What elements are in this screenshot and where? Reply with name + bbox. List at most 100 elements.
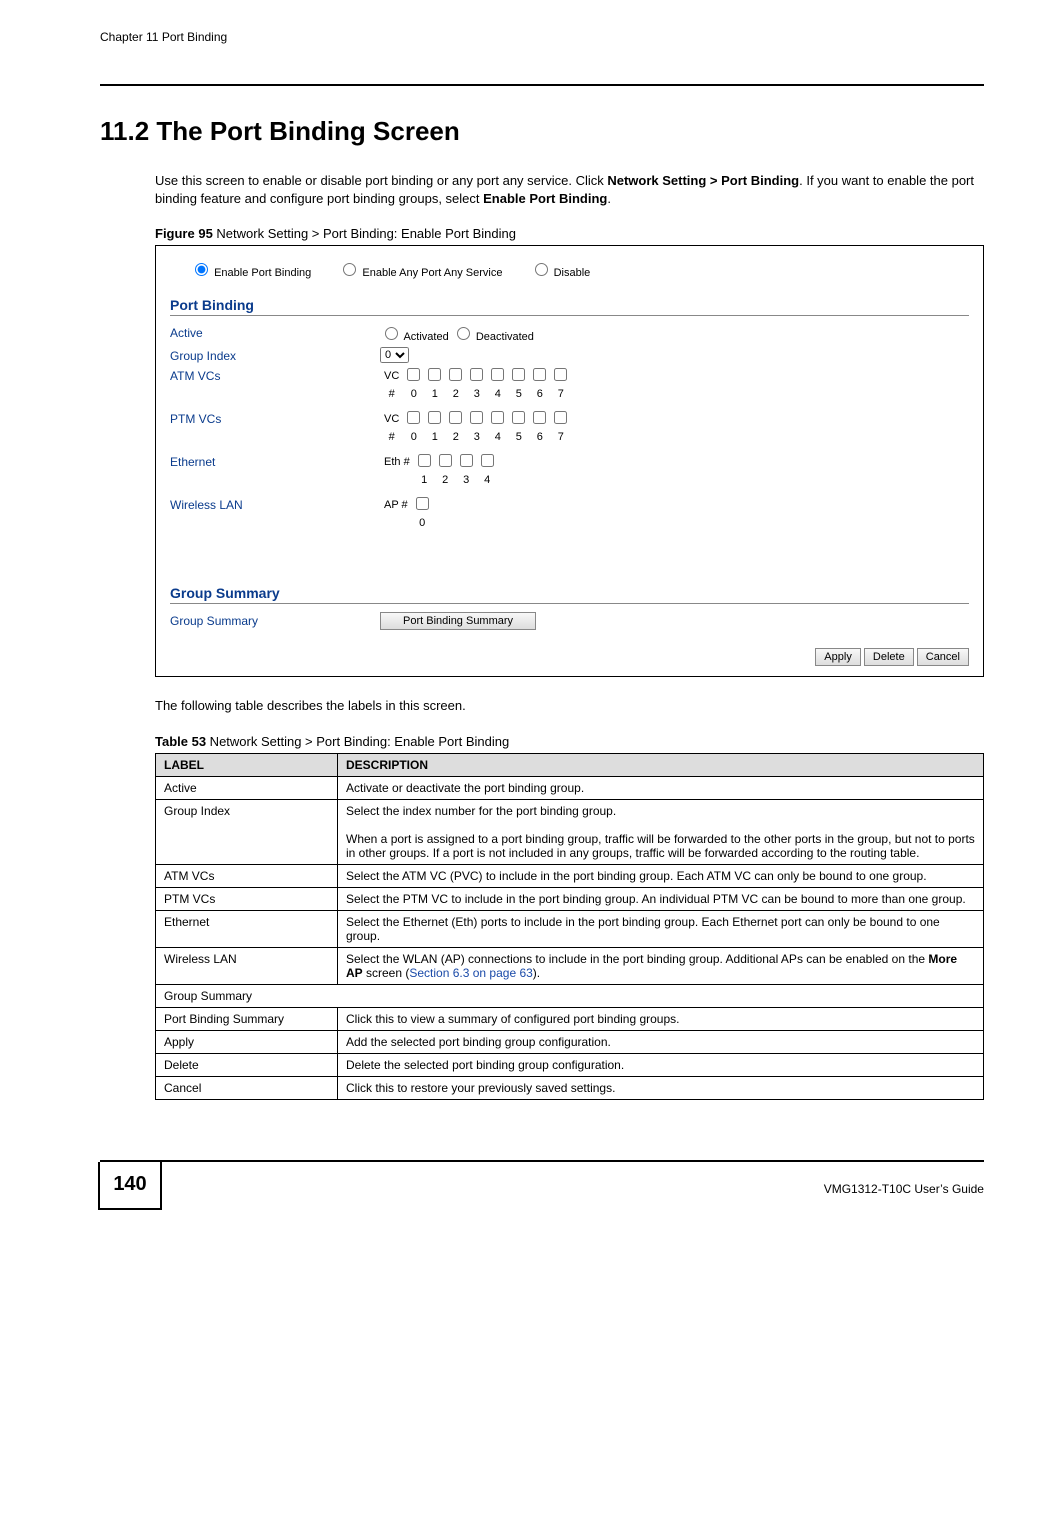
radio-activated-label[interactable]: Activated bbox=[380, 331, 449, 343]
cancel-button[interactable]: Cancel bbox=[917, 648, 969, 666]
ptm-vc-3-checkbox[interactable] bbox=[470, 411, 483, 424]
description-table: LABEL DESCRIPTION Active Activate or dea… bbox=[155, 753, 984, 1100]
row-desc-mid: screen ( bbox=[363, 966, 410, 980]
port-binding-summary-button[interactable]: Port Binding Summary bbox=[380, 612, 536, 630]
ptm-col-0: 0 bbox=[403, 428, 424, 446]
group-index-select[interactable]: 0 bbox=[380, 347, 409, 363]
row-label: Wireless LAN bbox=[156, 947, 338, 984]
eth-prefix: Eth # bbox=[380, 453, 414, 471]
row-desc: Delete the selected port binding group c… bbox=[338, 1053, 984, 1076]
eth-4-checkbox[interactable] bbox=[481, 454, 494, 467]
radio-activated-text: Activated bbox=[403, 331, 448, 343]
atm-vc-3-checkbox[interactable] bbox=[470, 368, 483, 381]
table-row: Group Summary bbox=[156, 984, 984, 1007]
radio-deactivated-label[interactable]: Deactivated bbox=[452, 331, 534, 343]
row-desc-line2: When a port is assigned to a port bindin… bbox=[346, 832, 975, 860]
row-label: ATM VCs bbox=[156, 864, 338, 887]
table-caption: Table 53 Network Setting > Port Binding:… bbox=[155, 734, 984, 749]
delete-button[interactable]: Delete bbox=[864, 648, 914, 666]
ptm-vc-2-checkbox[interactable] bbox=[449, 411, 462, 424]
radio-any-port-label[interactable]: Enable Any Port Any Service bbox=[338, 267, 502, 279]
wlan-grid: AP # 0 bbox=[380, 496, 433, 532]
eth-3-checkbox[interactable] bbox=[460, 454, 473, 467]
atm-col-3: 3 bbox=[466, 385, 487, 403]
radio-any-port-text: Enable Any Port Any Service bbox=[362, 267, 502, 279]
radio-disable-text: Disable bbox=[554, 267, 591, 279]
atm-vc-0-checkbox[interactable] bbox=[407, 368, 420, 381]
atm-vcs-label: ATM VCs bbox=[170, 367, 380, 406]
atm-vc-6-checkbox[interactable] bbox=[533, 368, 546, 381]
radio-enable-port-binding-text: Enable Port Binding bbox=[214, 267, 311, 279]
row-full-label: Group Summary bbox=[156, 984, 984, 1007]
page-number: 140 bbox=[98, 1162, 162, 1210]
figure-caption: Figure 95 Network Setting > Port Binding… bbox=[155, 226, 984, 241]
row-label: Cancel bbox=[156, 1076, 338, 1099]
atm-col-1: 1 bbox=[424, 385, 445, 403]
table-label: Table 53 bbox=[155, 734, 206, 749]
figure-label: Figure 95 bbox=[155, 226, 213, 241]
port-binding-section-title: Port Binding bbox=[170, 297, 969, 313]
ptm-vc-1-checkbox[interactable] bbox=[428, 411, 441, 424]
atm-num-prefix: # bbox=[380, 385, 403, 403]
radio-deactivated[interactable] bbox=[457, 327, 470, 340]
figure-screenshot: Enable Port Binding Enable Any Port Any … bbox=[155, 245, 984, 677]
row-label: Ethernet bbox=[156, 910, 338, 947]
eth-grid: Eth # 1 2 3 4 bbox=[380, 453, 498, 489]
ptm-vc-7-checkbox[interactable] bbox=[554, 411, 567, 424]
ptm-col-4: 4 bbox=[487, 428, 508, 446]
ptm-vc-4-checkbox[interactable] bbox=[491, 411, 504, 424]
section-heading: 11.2 The Port Binding Screen bbox=[100, 116, 984, 147]
apply-button[interactable]: Apply bbox=[815, 648, 861, 666]
table-intro: The following table describes the labels… bbox=[155, 697, 984, 715]
xref-link[interactable]: Section 6.3 on page 63 bbox=[409, 966, 532, 980]
atm-col-7: 7 bbox=[550, 385, 571, 403]
atm-vc-1-checkbox[interactable] bbox=[428, 368, 441, 381]
ptm-vc-5-checkbox[interactable] bbox=[512, 411, 525, 424]
row-label: Active bbox=[156, 776, 338, 799]
radio-disable[interactable] bbox=[535, 263, 548, 276]
ptm-col-6: 6 bbox=[529, 428, 550, 446]
atm-col-4: 4 bbox=[487, 385, 508, 403]
footer-guide-name: VMG1312-T10C User’s Guide bbox=[824, 1176, 984, 1196]
row-desc-line1: Select the index number for the port bin… bbox=[346, 804, 616, 818]
ptm-col-7: 7 bbox=[550, 428, 571, 446]
row-desc-post: ). bbox=[533, 966, 540, 980]
intro-pre: Use this screen to enable or disable por… bbox=[155, 173, 607, 188]
radio-disable-label[interactable]: Disable bbox=[530, 267, 591, 279]
atm-vc-4-checkbox[interactable] bbox=[491, 368, 504, 381]
eth-col-2: 2 bbox=[435, 471, 456, 489]
ptm-col-2: 2 bbox=[445, 428, 466, 446]
row-desc-pre: Select the WLAN (AP) connections to incl… bbox=[346, 952, 928, 966]
ptm-vc-0-checkbox[interactable] bbox=[407, 411, 420, 424]
eth-col-4: 4 bbox=[477, 471, 498, 489]
eth-col-1: 1 bbox=[414, 471, 435, 489]
ptm-vcs-label: PTM VCs bbox=[170, 410, 380, 449]
running-header: Chapter 11 Port Binding bbox=[100, 30, 984, 44]
row-desc: Select the index number for the port bin… bbox=[338, 799, 984, 864]
row-desc: Activate or deactivate the port binding … bbox=[338, 776, 984, 799]
ptm-vc-6-checkbox[interactable] bbox=[533, 411, 546, 424]
table-row: ATM VCs Select the ATM VC (PVC) to inclu… bbox=[156, 864, 984, 887]
row-desc: Select the Ethernet (Eth) ports to inclu… bbox=[338, 910, 984, 947]
table-caption-text: Network Setting > Port Binding: Enable P… bbox=[206, 734, 509, 749]
wlan-ap0-checkbox[interactable] bbox=[416, 497, 429, 510]
ptm-col-3: 3 bbox=[466, 428, 487, 446]
radio-activated[interactable] bbox=[385, 327, 398, 340]
radio-any-port[interactable] bbox=[343, 263, 356, 276]
table-row: Port Binding Summary Click this to view … bbox=[156, 1007, 984, 1030]
group-summary-label: Group Summary bbox=[170, 612, 380, 630]
atm-vc-5-checkbox[interactable] bbox=[512, 368, 525, 381]
table-row: Ethernet Select the Ethernet (Eth) ports… bbox=[156, 910, 984, 947]
intro-bold-2: Enable Port Binding bbox=[483, 191, 607, 206]
eth-2-checkbox[interactable] bbox=[439, 454, 452, 467]
section-divider bbox=[170, 315, 969, 316]
atm-vc-grid: VC # 0 1 bbox=[380, 367, 571, 403]
table-header-label: LABEL bbox=[156, 753, 338, 776]
row-desc: Click this to restore your previously sa… bbox=[338, 1076, 984, 1099]
atm-vc-7-checkbox[interactable] bbox=[554, 368, 567, 381]
radio-enable-port-binding[interactable] bbox=[195, 263, 208, 276]
radio-enable-port-binding-label[interactable]: Enable Port Binding bbox=[190, 267, 311, 279]
eth-1-checkbox[interactable] bbox=[418, 454, 431, 467]
atm-vc-2-checkbox[interactable] bbox=[449, 368, 462, 381]
row-label: Apply bbox=[156, 1030, 338, 1053]
